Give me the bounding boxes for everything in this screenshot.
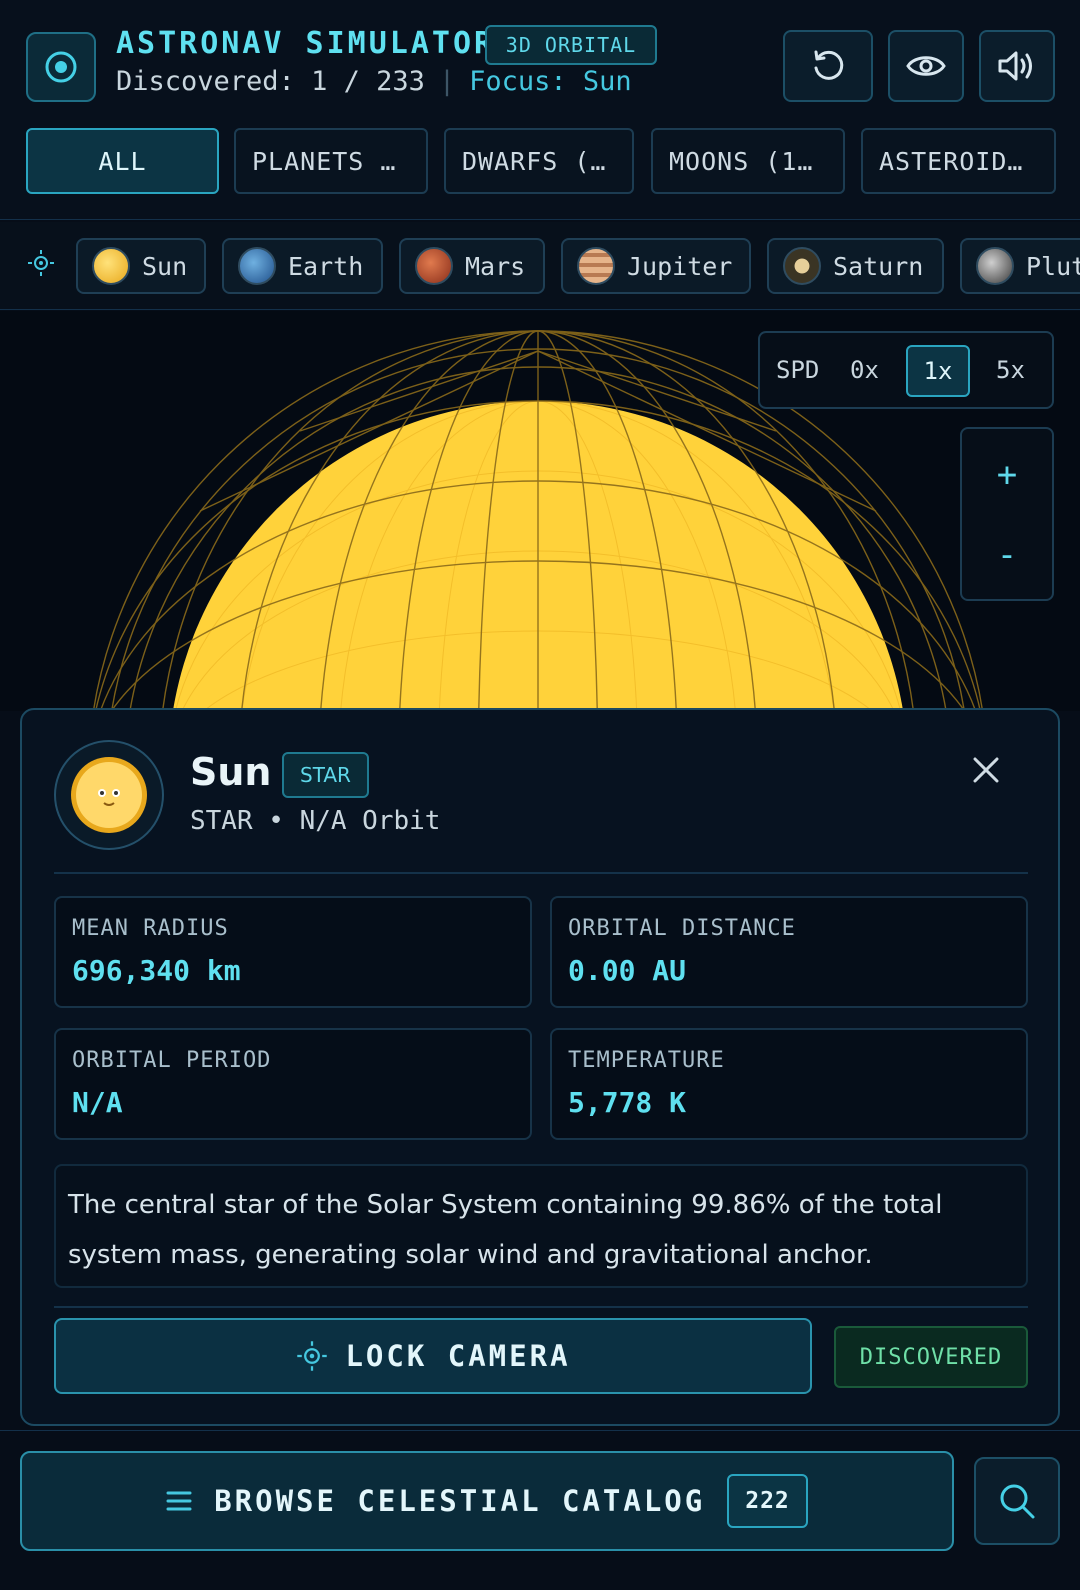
browse-catalog-button[interactable]: BROWSE CELESTIAL CATALOG 222: [20, 1451, 954, 1551]
jupiter-icon: [577, 247, 615, 285]
speed-control: SPD 0x 1x 5x: [758, 331, 1054, 409]
sound-button[interactable]: [979, 30, 1055, 102]
stat-label: MEAN RADIUS: [72, 916, 229, 941]
menu-icon: [166, 1491, 192, 1511]
object-type-badge: STAR: [282, 752, 369, 798]
close-icon[interactable]: [966, 750, 1006, 790]
orbital-viewport[interactable]: SPD 0x 1x 5x + -: [0, 311, 1080, 711]
status-separator: |: [438, 66, 456, 97]
browse-label: BROWSE CELESTIAL CATALOG: [214, 1484, 706, 1518]
stat-value: 696,340 km: [72, 954, 241, 987]
crosshair-icon: [28, 250, 54, 276]
reset-icon: [814, 50, 844, 80]
lock-camera-label: LOCK CAMERA: [345, 1339, 571, 1373]
object-avatar: [54, 740, 164, 850]
object-description: The central star of the Solar System con…: [54, 1164, 1028, 1288]
object-info-panel: Sun STAR STAR • N/A Orbit MEAN RADIUS 69…: [20, 708, 1060, 1426]
stat-value: 5,778 K: [568, 1086, 687, 1119]
saturn-icon: [783, 247, 821, 285]
focus-label: Focus: Sun: [469, 66, 632, 97]
mode-badge: 3D ORBITAL: [485, 25, 657, 65]
stat-value: 0.00 AU: [568, 954, 687, 987]
chip-label: Mars: [465, 251, 526, 281]
stat-orbital-period: ORBITAL PERIOD N/A: [54, 1028, 532, 1140]
eye-icon: [906, 56, 946, 76]
earth-icon: [238, 247, 276, 285]
tab-planets[interactable]: PLANETS …: [234, 128, 428, 194]
tab-asteroids[interactable]: ASTEROID…: [861, 128, 1056, 194]
tab-dwarfs[interactable]: DWARFS (…: [444, 128, 634, 194]
sun-face-icon: [71, 757, 147, 833]
divider: [54, 872, 1028, 874]
target-icon: [45, 51, 77, 83]
quick-chip-mars[interactable]: Mars: [399, 238, 545, 294]
search-icon: [1000, 1484, 1035, 1519]
quick-chip-saturn[interactable]: Saturn: [767, 238, 944, 294]
quick-chip-jupiter[interactable]: Jupiter: [561, 238, 751, 294]
chip-label: Plut: [1026, 251, 1080, 281]
crosshair-icon: [297, 1341, 328, 1371]
quick-chip-sun[interactable]: Sun: [76, 238, 206, 294]
view-toggle-button[interactable]: [888, 30, 964, 102]
catalog-count-badge: 222: [727, 1474, 808, 1528]
zoom-out-button[interactable]: -: [962, 535, 1052, 575]
stat-temperature: TEMPERATURE 5,778 K: [550, 1028, 1028, 1140]
app-root: ASTRONAV SIMULATOR 3D ORBITAL Discovered…: [0, 0, 1080, 1590]
mars-icon: [415, 247, 453, 285]
speed-option-5x[interactable]: 5x: [996, 333, 1025, 407]
status-line: Discovered: 1 / 233 | Focus: Sun: [116, 66, 632, 97]
zoom-control: + -: [960, 427, 1054, 601]
chip-label: Jupiter: [627, 251, 733, 281]
reset-button[interactable]: [783, 30, 873, 102]
stat-label: TEMPERATURE: [568, 1048, 725, 1073]
chip-label: Earth: [288, 251, 364, 281]
speed-label: SPD: [776, 356, 820, 384]
pluto-icon: [976, 247, 1014, 285]
discovered-badge: DISCOVERED: [834, 1326, 1028, 1388]
chip-label: Saturn: [833, 251, 924, 281]
search-button[interactable]: [974, 1457, 1060, 1545]
sun-icon: [92, 247, 130, 285]
stat-label: ORBITAL DISTANCE: [568, 916, 796, 941]
speed-option-0x[interactable]: 0x: [850, 333, 879, 407]
stat-label: ORBITAL PERIOD: [72, 1048, 272, 1073]
divider: [54, 1306, 1028, 1308]
stat-mean-radius: MEAN RADIUS 696,340 km: [54, 896, 532, 1008]
tab-all[interactable]: ALL: [26, 128, 219, 194]
quick-select-bar: Sun Earth Mars Jupiter Saturn Plut: [0, 222, 1080, 310]
target-logo-button[interactable]: [26, 32, 96, 102]
stat-value: N/A: [72, 1086, 123, 1119]
quick-chip-pluto[interactable]: Plut: [960, 238, 1080, 294]
object-subtitle: STAR • N/A Orbit: [190, 806, 441, 836]
bottom-bar: BROWSE CELESTIAL CATALOG 222: [0, 1430, 1080, 1590]
zoom-in-button[interactable]: +: [962, 455, 1052, 495]
discovered-count: Discovered: 1 / 233: [116, 66, 425, 97]
stat-orbital-distance: ORBITAL DISTANCE 0.00 AU: [550, 896, 1028, 1008]
quick-chip-earth[interactable]: Earth: [222, 238, 383, 294]
speed-option-1x[interactable]: 1x: [906, 345, 970, 397]
app-title: ASTRONAV SIMULATOR: [116, 26, 496, 61]
lock-camera-button[interactable]: LOCK CAMERA: [54, 1318, 812, 1394]
object-name: Sun: [190, 750, 272, 794]
speaker-icon: [998, 51, 1032, 81]
category-tabs: ALL PLANETS … DWARFS (… MOONS (1… ASTERO…: [26, 128, 1056, 194]
tab-moons[interactable]: MOONS (1…: [651, 128, 845, 194]
chip-label: Sun: [142, 251, 188, 281]
header: ASTRONAV SIMULATOR 3D ORBITAL Discovered…: [0, 0, 1080, 220]
